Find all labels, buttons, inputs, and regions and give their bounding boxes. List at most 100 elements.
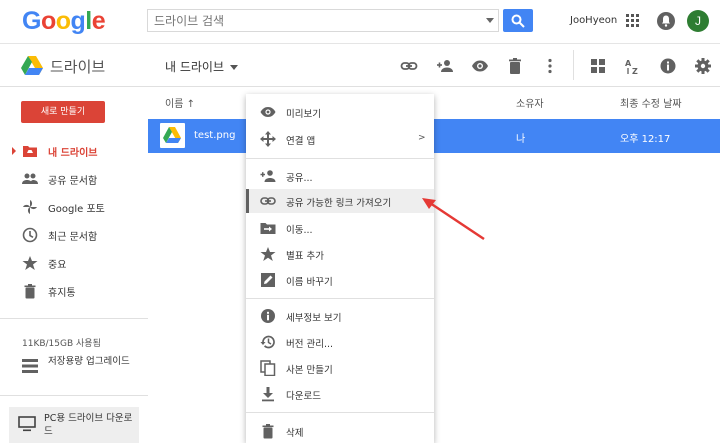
sidebar-item-label: 최근 문서함 — [48, 232, 98, 243]
upgrade-storage-link[interactable]: 저장용량 업그레이드 — [20, 355, 145, 383]
storage-list-icon — [22, 359, 38, 373]
more-vert-icon[interactable] — [541, 57, 559, 75]
add-person-icon — [260, 170, 276, 182]
search-icon — [511, 14, 525, 28]
drive-toolbar: 드라이브 내 드라이브 AZ — [0, 44, 720, 87]
pinwheel-icon — [23, 200, 37, 214]
sort-az-icon[interactable]: AZ — [624, 57, 642, 75]
file-name: test.png — [194, 130, 236, 141]
sidebar-item-label: 중요 — [48, 260, 67, 271]
computer-icon — [18, 416, 36, 432]
top-bar: Google JooHyeon J — [0, 0, 720, 44]
drive-folder-icon — [23, 146, 37, 157]
menu-item-preview[interactable]: 미리보기 — [246, 100, 434, 124]
menu-item-label: 버전 관리... — [286, 339, 334, 350]
download-icon — [262, 387, 274, 402]
chevron-down-icon — [230, 65, 239, 70]
edit-icon — [261, 273, 275, 287]
search-input[interactable] — [148, 10, 478, 31]
trash-icon — [262, 424, 274, 439]
sidebar-item-my-drive[interactable]: 내 드라이브 — [0, 139, 148, 163]
eye-icon[interactable] — [471, 57, 489, 75]
logo-letter-g2: g — [70, 7, 86, 35]
submenu-chevron-right-icon: > — [418, 133, 426, 143]
menu-item-open-with[interactable]: 연결 앱 > — [246, 127, 434, 151]
trash-icon[interactable] — [506, 57, 524, 75]
menu-item-add-star[interactable]: 별표 추가 — [246, 242, 434, 266]
menu-item-label: 사본 만들기 — [286, 365, 333, 376]
pc-drive-download[interactable]: PC용 드라이브 다운로드 — [9, 407, 139, 443]
search-box — [147, 9, 499, 32]
menu-item-label: 공유 가능한 링크 가져오기 — [286, 198, 392, 209]
column-header-name[interactable]: 이름 ↑ — [165, 95, 195, 110]
search-options-chevron-down-icon[interactable] — [486, 18, 494, 23]
logo-letter-g1: G — [22, 7, 41, 35]
search-button[interactable] — [503, 9, 533, 32]
sidebar: 새로 만들기 내 드라이브 공유 문서함 Google 포토 최근 문서함 중요… — [0, 87, 148, 443]
sidebar-item-label: 내 드라이브 — [48, 148, 98, 159]
apps-grid-icon[interactable] — [626, 14, 640, 28]
eye-icon — [260, 107, 276, 117]
sidebar-item-shared[interactable]: 공유 문서함 — [0, 167, 148, 191]
sidebar-item-trash[interactable]: 휴지통 — [0, 279, 148, 303]
menu-divider — [246, 412, 434, 413]
menu-item-rename[interactable]: 이름 바꾸기 — [246, 268, 434, 292]
new-button[interactable]: 새로 만들기 — [21, 101, 105, 123]
expand-arrow-icon[interactable] — [12, 147, 16, 155]
menu-item-label: 이동... — [286, 225, 313, 236]
menu-item-download[interactable]: 다운로드 — [246, 382, 434, 406]
info-icon — [261, 309, 275, 323]
user-name[interactable]: JooHyeon — [570, 15, 617, 26]
notification-bell-icon[interactable] — [657, 12, 675, 30]
table-row[interactable]: test.png 나 오후 12:17 — [148, 119, 720, 153]
star-icon — [22, 256, 38, 270]
menu-item-share[interactable]: 공유... — [246, 164, 434, 188]
drive-image-icon — [163, 127, 181, 143]
settings-icon[interactable] — [694, 57, 712, 75]
menu-item-versions[interactable]: 버전 관리... — [246, 330, 434, 354]
sidebar-item-recent[interactable]: 최근 문서함 — [0, 223, 148, 247]
info-icon[interactable] — [659, 57, 677, 75]
menu-item-label: 연결 앱 — [286, 136, 316, 147]
star-icon — [260, 247, 276, 261]
menu-divider — [246, 158, 434, 159]
logo-letter-o2: o — [55, 7, 71, 35]
avatar[interactable]: J — [687, 10, 709, 32]
sidebar-divider — [0, 395, 148, 396]
menu-item-details[interactable]: 세부정보 보기 — [246, 304, 434, 328]
sidebar-item-label: 휴지통 — [48, 288, 76, 299]
sidebar-item-label: Google 포토 — [48, 204, 105, 215]
menu-item-get-shareable-link[interactable]: 공유 가능한 링크 가져오기 — [246, 189, 434, 213]
link-icon[interactable] — [400, 57, 418, 75]
column-header-owner[interactable]: 소유자 — [516, 95, 544, 110]
link-icon — [260, 197, 276, 205]
menu-divider — [246, 298, 434, 299]
app-title: 드라이브 — [50, 58, 106, 76]
menu-item-label: 다운로드 — [286, 391, 321, 402]
location-label: 내 드라이브 — [165, 60, 225, 74]
sidebar-item-starred[interactable]: 중요 — [0, 251, 148, 275]
grid-view-icon[interactable] — [589, 57, 607, 75]
add-person-icon[interactable] — [436, 57, 454, 75]
menu-item-delete[interactable]: 삭제 — [246, 419, 434, 443]
menu-item-make-copy[interactable]: 사본 만들기 — [246, 356, 434, 380]
clock-icon — [22, 227, 38, 243]
file-thumbnail — [160, 123, 185, 148]
menu-item-label: 공유... — [286, 173, 313, 184]
menu-item-move[interactable]: 이동... — [246, 216, 434, 240]
file-list: 이름 ↑ 소유자 최종 수정 날짜 test.png 나 오후 12:17 — [148, 87, 720, 443]
people-icon — [22, 173, 38, 184]
sidebar-item-photos[interactable]: Google 포토 — [0, 195, 148, 219]
trash-icon — [24, 284, 36, 299]
svg-text:A: A — [625, 59, 632, 68]
menu-item-label: 이름 바꾸기 — [286, 277, 333, 288]
location-dropdown[interactable]: 내 드라이브 — [165, 58, 239, 75]
logo-letter-e: e — [91, 7, 106, 35]
move-folder-icon — [260, 223, 276, 234]
sidebar-item-label: 공유 문서함 — [48, 176, 98, 187]
pc-drive-label: PC용 드라이브 다운로드 — [44, 413, 133, 437]
storage-usage: 11KB/15GB 사용됨 — [22, 339, 101, 349]
google-logo[interactable]: Google — [22, 7, 106, 36]
sidebar-divider — [0, 318, 148, 319]
column-header-modified[interactable]: 최종 수정 날짜 — [620, 95, 682, 110]
